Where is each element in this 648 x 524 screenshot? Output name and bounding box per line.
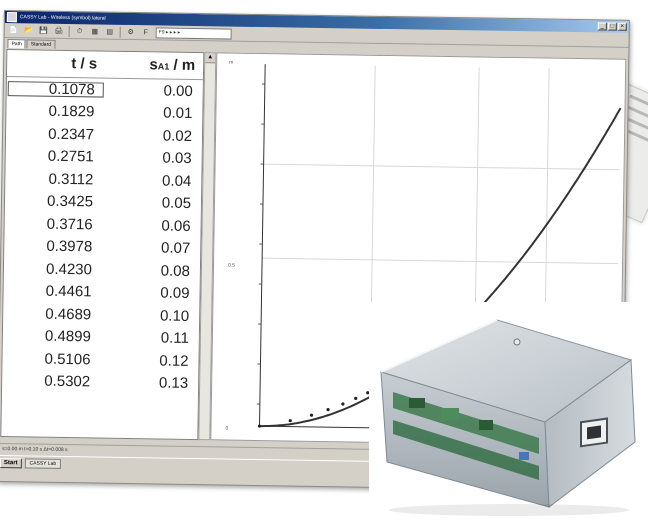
y-tick-zero: 0 — [225, 426, 228, 432]
cell-distance: 0.05 — [103, 194, 201, 213]
minimize-button[interactable]: _ — [598, 22, 607, 30]
cell-distance: 0.06 — [103, 216, 201, 235]
cell-time: 0.3112 — [5, 170, 103, 189]
column-header-time[interactable]: t / s — [7, 50, 105, 78]
cell-distance: 0.00 — [105, 81, 203, 100]
cell-time: 0.4689 — [3, 305, 101, 324]
usb-interface-device-photo — [369, 302, 648, 519]
table-row[interactable]: 0.31120.04 — [5, 167, 201, 193]
toolbar-separator — [69, 26, 70, 37]
print-icon[interactable]: 🖨 — [52, 24, 66, 37]
cell-time: 0.4230 — [4, 260, 102, 279]
cell-distance: 0.03 — [104, 149, 202, 168]
table-row[interactable]: 0.34250.05 — [5, 190, 201, 216]
cell-time: 0.3716 — [5, 215, 103, 234]
data-point — [289, 419, 292, 422]
start-button[interactable]: Start — [0, 458, 22, 468]
cell-time: 0.5106 — [2, 350, 100, 369]
cell-distance: 0.11 — [101, 329, 199, 348]
cell-distance: 0.12 — [100, 351, 198, 370]
cell-time: 0.3978 — [4, 237, 102, 256]
column-header-distance[interactable]: sA1 / m — [105, 52, 203, 80]
y-axis-unit: m — [229, 60, 233, 66]
table-body: 0.10780.000.18290.010.23470.020.27510.03… — [2, 77, 203, 395]
close-button[interactable]: × — [618, 23, 627, 31]
tab-standard[interactable]: Standard — [27, 39, 55, 48]
cell-time: 0.4899 — [3, 327, 101, 346]
cell-distance: 0.10 — [101, 306, 199, 325]
y-axis — [259, 64, 265, 426]
open-file-icon[interactable]: 📂 — [22, 24, 36, 37]
cell-distance: 0.07 — [102, 239, 200, 258]
data-table: t / s sA1 / m 0.10780.000.18290.010.2347… — [0, 49, 204, 440]
cell-distance: 0.04 — [103, 171, 201, 190]
y-tick-mid: 0.5 — [228, 263, 235, 269]
table-header: t / s sA1 / m — [7, 50, 203, 80]
timer-icon[interactable]: ⏱ — [73, 25, 87, 38]
table-row[interactable]: 0.39780.07 — [4, 235, 200, 261]
tab-path[interactable]: Path — [7, 39, 25, 48]
taskbar-item-cassy[interactable]: CASSY Lab — [24, 458, 61, 469]
maximize-button[interactable]: □ — [608, 22, 617, 30]
data-point — [341, 402, 344, 405]
table-row[interactable]: 0.51060.12 — [2, 347, 198, 373]
cell-time: 0.5302 — [2, 372, 100, 391]
header-symbol: s — [149, 56, 158, 73]
data-point — [258, 424, 261, 427]
cell-distance: 0.13 — [100, 374, 198, 393]
app-icon — [7, 12, 17, 22]
scroll-up-arrow[interactable]: ▲ — [205, 53, 215, 63]
table-row[interactable]: 0.44610.09 — [3, 280, 199, 306]
cell-time: 0.2751 — [6, 147, 104, 166]
formula-icon[interactable]: F — [139, 26, 153, 39]
settings-icon[interactable]: ⚙ — [124, 25, 138, 38]
table-row[interactable]: 0.53020.13 — [2, 370, 198, 396]
data-point — [310, 414, 313, 417]
data-point — [326, 408, 329, 411]
cell-distance: 0.01 — [104, 104, 202, 123]
cell-time: 0.1829 — [6, 102, 104, 121]
device-illustration — [369, 302, 648, 519]
cell-distance: 0.02 — [104, 126, 202, 145]
grid-line-horizontal — [264, 164, 620, 170]
table-icon[interactable]: ▦ — [88, 25, 102, 38]
table-row[interactable]: 0.37160.06 — [4, 212, 200, 238]
table-row[interactable]: 0.27510.03 — [6, 145, 202, 171]
new-file-icon[interactable]: 📄 — [7, 24, 21, 37]
table-row[interactable]: 0.18290.01 — [6, 100, 202, 126]
table-row[interactable]: 0.23470.02 — [6, 122, 202, 148]
grid-line-horizontal — [262, 258, 618, 264]
save-icon[interactable]: 💾 — [37, 24, 51, 37]
cell-time: 0.4461 — [3, 282, 101, 301]
header-unit: / m — [169, 57, 195, 74]
data-point — [354, 397, 357, 400]
table-row[interactable]: 0.46890.10 — [3, 302, 199, 328]
cell-time: 0.3425 — [5, 192, 103, 211]
measurement-combo[interactable]: F9 ▸ ▸ ▸ ▸ — [156, 27, 232, 39]
cell-time: 0.2347 — [6, 125, 104, 144]
table-row[interactable]: 0.10780.00 — [7, 77, 203, 103]
toolbar-separator — [120, 26, 121, 37]
list-icon[interactable]: ▤ — [103, 25, 117, 38]
cell-time: 0.1078 — [7, 80, 105, 99]
table-row[interactable]: 0.42300.08 — [4, 257, 200, 283]
cell-distance: 0.08 — [102, 261, 200, 280]
table-row[interactable]: 0.48990.11 — [3, 325, 199, 351]
header-subscript: A1 — [158, 61, 170, 71]
cell-distance: 0.09 — [101, 284, 199, 303]
